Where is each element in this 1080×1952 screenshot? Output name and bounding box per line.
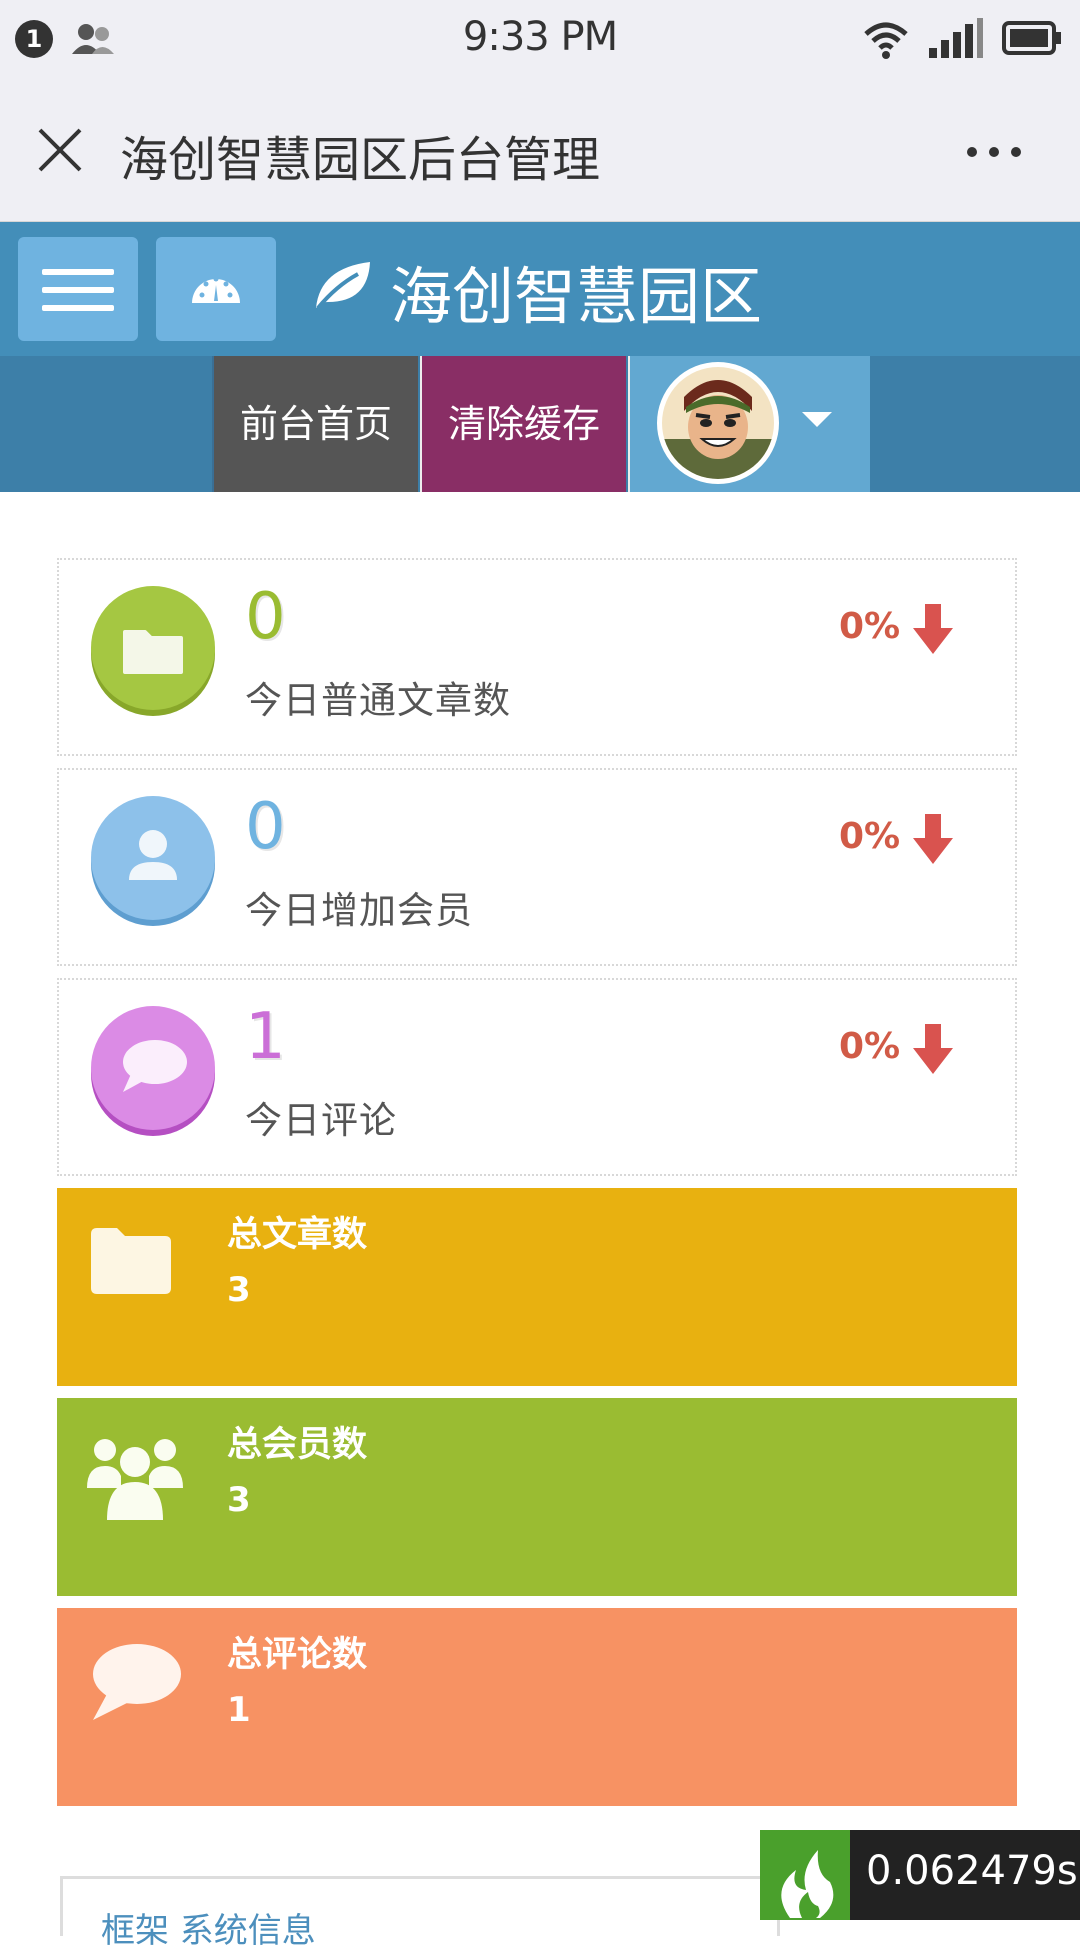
signal-icon [929,18,983,58]
battery-icon [1002,21,1061,55]
arrow-down-icon [913,814,953,864]
total-articles-label: 总文章数 [227,1215,368,1255]
user-menu-toggle[interactable] [628,356,870,492]
today-comments-change: 0% [839,1026,901,1067]
hamburger-line [42,269,114,275]
users-icon [87,1439,183,1520]
total-articles-value: 3 [227,1270,251,1310]
total-members-value: 3 [227,1480,251,1520]
total-comments-value: 1 [227,1690,251,1730]
arrow-down-icon [913,1024,953,1074]
infobox-today-comments: 1 今日评论 0% [57,978,1017,1176]
infobox-today-articles: 0 今日普通文章数 0% [57,558,1017,756]
today-comments-label: 今日评论 [245,1099,397,1142]
leaf-icon [316,262,370,310]
stat-total-comments: 总评论数 1 [57,1608,1017,1806]
caret-down-icon [802,412,832,427]
total-comments-label: 总评论数 [227,1635,368,1675]
webview-title-bar: 海创智慧园区后台管理 [0,80,1080,222]
folder-icon [91,1228,171,1294]
today-articles-label: 今日普通文章数 [245,679,511,722]
total-members-label: 总会员数 [227,1425,368,1465]
avatar [657,362,779,484]
today-members-change: 0% [839,816,901,857]
today-comments-count: 1 [245,1000,286,1074]
flame-logo-icon [760,1830,850,1920]
dashboard-button[interactable] [156,237,276,341]
top-nav: 前台首页 清除缓存 [0,356,1080,492]
stat-total-members: 总会员数 3 [57,1398,1017,1596]
brand-title[interactable]: 海创智慧园区 [390,246,762,336]
today-articles-count: 0 [245,580,286,654]
stat-total-articles: 总文章数 3 [57,1188,1017,1386]
admin-header: 海创智慧园区 [0,222,1080,356]
infobox-today-members: 0 今日增加会员 0% [57,768,1017,966]
today-members-count: 0 [245,790,286,864]
page-load-timer: 0.062479s [760,1830,1080,1920]
close-icon[interactable] [36,126,84,174]
today-members-label: 今日增加会员 [245,889,473,932]
frontend-home-link[interactable]: 前台首页 [212,356,418,492]
today-articles-change: 0% [839,606,901,647]
system-info-title: 框架 系统信息 [101,1911,316,1951]
load-time: 0.062479s [866,1848,1078,1894]
dashboard-icon [192,276,240,303]
wifi-icon [864,22,908,59]
page-title: 海创智慧园区后台管理 [120,132,601,188]
more-icon[interactable] [966,146,1022,158]
system-info-panel: 框架 系统信息 [60,1876,780,1951]
comment-icon [93,1644,181,1720]
hamburger-line [42,287,114,293]
folder-icon [87,584,217,716]
clear-cache-button[interactable]: 清除缓存 [420,356,626,492]
menu-toggle-button[interactable] [18,237,138,341]
comment-icon [87,1004,217,1136]
user-icon [87,794,217,926]
hamburger-line [42,305,114,311]
clock: 9:33 PM [462,14,618,60]
status-bar: 1 9:33 PM [0,0,1080,80]
arrow-down-icon [913,604,953,654]
